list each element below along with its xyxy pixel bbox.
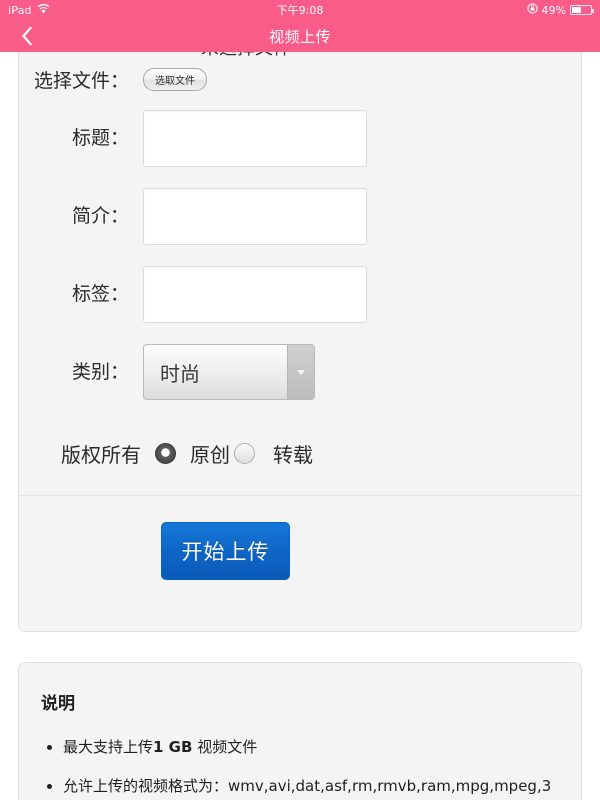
status-bar-left: iPad xyxy=(8,4,50,17)
battery-fill xyxy=(572,7,581,13)
status-bar-time: 下午9:08 xyxy=(276,4,324,17)
wifi-icon xyxy=(37,3,50,17)
status-bar-right: 49% xyxy=(526,3,594,17)
instructions-panel: 说明 最大支持上传1 GB 视频文件 允许上传的视频格式为：wmv,avi,da… xyxy=(18,662,582,800)
title-label: 标题： xyxy=(71,126,129,149)
row-title: 标题： xyxy=(19,99,581,177)
submit-zone: 开始上传 xyxy=(19,496,581,580)
start-upload-button[interactable]: 开始上传 xyxy=(161,522,290,580)
copyright-label: 版权所有 xyxy=(61,442,141,467)
category-dropdown-button[interactable] xyxy=(287,345,314,399)
instructions-title: 说明 xyxy=(41,694,75,714)
radio-option-reprint[interactable]: 转载 xyxy=(234,439,313,468)
row-tag: 标签： xyxy=(19,255,581,333)
category-selected-value: 时尚 xyxy=(160,361,200,386)
row-copyright: 版权所有 原创 转载 xyxy=(19,411,581,495)
category-select[interactable]: 时尚 xyxy=(143,344,315,400)
radio-reprint-indicator[interactable] xyxy=(234,442,255,464)
instruction-0-suffix: 视频文件 xyxy=(192,738,258,756)
category-label: 类别： xyxy=(71,360,129,383)
upload-form-panel: 选择文件： 未选择文件 选取文件 标题： 简介： 标签： xyxy=(18,52,582,632)
tag-input[interactable] xyxy=(143,265,367,323)
file-control: 未选择文件 选取文件 xyxy=(143,52,291,91)
row-intro: 简介： xyxy=(19,177,581,255)
nav-bar: 视频上传 xyxy=(0,20,600,52)
choose-file-button[interactable]: 选取文件 xyxy=(143,68,207,91)
status-bar: iPad 下午9:08 49% xyxy=(0,0,600,20)
tag-label: 标签： xyxy=(71,282,129,305)
title-input[interactable] xyxy=(143,109,367,167)
radio-original-label: 原创 xyxy=(190,442,230,467)
file-status-text: 未选择文件 xyxy=(201,52,291,60)
page-title: 视频上传 xyxy=(268,27,331,46)
radio-original-indicator[interactable] xyxy=(155,442,176,464)
list-item: 允许上传的视频格式为：wmv,avi,dat,asf,rm,rmvb,ram,m… xyxy=(41,775,559,798)
rotation-lock-icon xyxy=(526,3,538,17)
intro-label: 简介： xyxy=(71,204,129,227)
chevron-left-icon xyxy=(22,26,33,46)
instruction-0-prefix: 最大支持上传 xyxy=(63,738,154,756)
radio-option-original[interactable]: 原创 xyxy=(155,439,234,468)
instruction-0-bold: 1 GB xyxy=(153,738,193,756)
list-item: 最大支持上传1 GB 视频文件 xyxy=(41,736,559,759)
chevron-down-icon xyxy=(297,369,305,375)
battery-percentage: 49% xyxy=(541,3,566,17)
back-button[interactable] xyxy=(14,23,40,49)
battery-icon xyxy=(570,5,594,15)
file-label: 选择文件： xyxy=(33,70,129,92)
instructions-list: 最大支持上传1 GB 视频文件 允许上传的视频格式为：wmv,avi,dat,a… xyxy=(41,736,559,799)
device-name: iPad xyxy=(8,3,32,17)
row-category: 类别： 时尚 xyxy=(19,333,581,411)
row-select-file: 选择文件： 未选择文件 选取文件 xyxy=(19,52,581,99)
radio-reprint-label: 转载 xyxy=(273,442,313,467)
form-body: 选择文件： 未选择文件 选取文件 标题： 简介： 标签： xyxy=(19,52,581,580)
intro-input[interactable] xyxy=(143,187,367,245)
scroll-content[interactable]: 选择文件： 未选择文件 选取文件 标题： 简介： 标签： xyxy=(0,52,600,800)
